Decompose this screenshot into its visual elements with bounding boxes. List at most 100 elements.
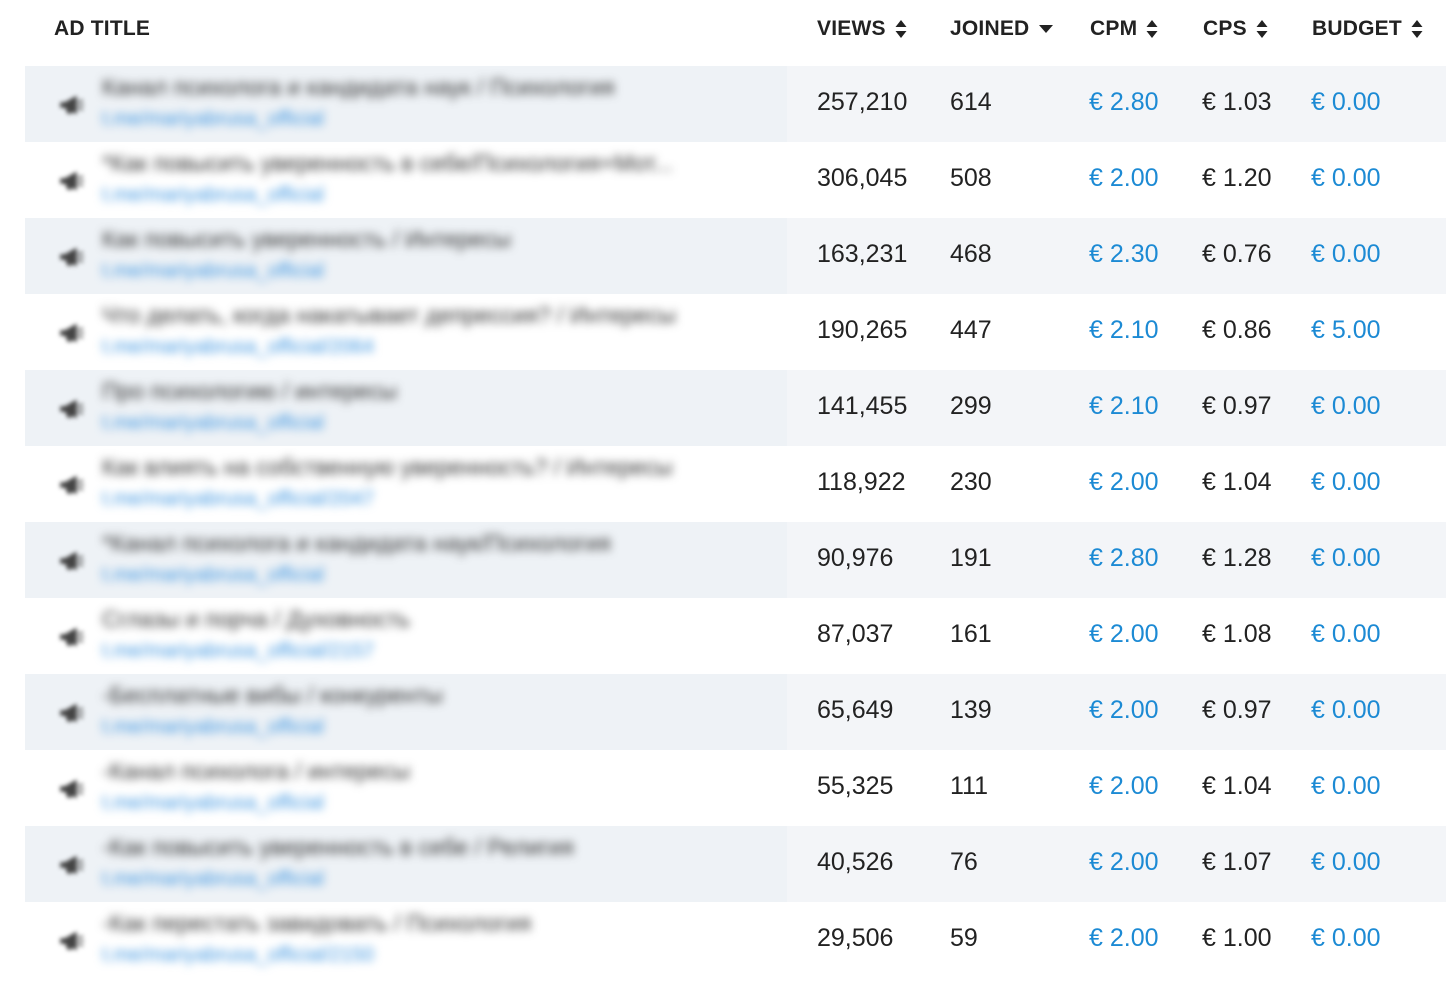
ad-link[interactable]: t.me/mariyabrusa_official xyxy=(102,260,324,283)
joined-value: 299 xyxy=(950,392,992,420)
joined-value: 111 xyxy=(950,772,989,800)
ad-link[interactable]: t.me/mariyabrusa_official/2047 xyxy=(102,488,374,511)
budget-value[interactable]: € 0.00 xyxy=(1311,924,1381,953)
column-header-joined[interactable]: JOINED xyxy=(950,17,1054,41)
ad-title[interactable]: -Бесплатные вибы / конкуренты xyxy=(102,682,770,709)
table-row[interactable]: *Как повысить уверенность в себе/Психоло… xyxy=(25,142,1446,218)
cpm-value[interactable]: € 2.30 xyxy=(1089,240,1159,269)
ad-link[interactable]: t.me/mariyabrusa_official xyxy=(102,564,324,587)
views-value: 257,210 xyxy=(817,88,908,116)
table-row[interactable]: -Канал психолога / интересы t.me/mariyab… xyxy=(25,750,1446,826)
budget-value[interactable]: € 0.00 xyxy=(1311,392,1381,421)
sort-updown-icon[interactable] xyxy=(1411,19,1423,39)
ad-link[interactable]: t.me/mariyabrusa_official xyxy=(102,868,324,891)
megaphone-icon xyxy=(60,703,84,723)
table-row[interactable]: Канал психолога и кандидата наук / Психо… xyxy=(25,66,1446,142)
cps-value: € 0.76 xyxy=(1202,240,1272,268)
column-header-cpm[interactable]: CPM xyxy=(1090,17,1158,41)
megaphone-icon xyxy=(60,323,84,343)
sort-updown-icon[interactable] xyxy=(1256,19,1268,39)
cpm-value[interactable]: € 2.00 xyxy=(1089,848,1159,877)
ad-link[interactable]: t.me/mariyabrusa_official/2150 xyxy=(102,944,374,967)
cps-value: € 0.97 xyxy=(1202,696,1272,724)
budget-value[interactable]: € 0.00 xyxy=(1311,544,1381,573)
cps-value: € 1.03 xyxy=(1202,88,1272,116)
cpm-value[interactable]: € 2.00 xyxy=(1089,468,1159,497)
megaphone-icon xyxy=(60,475,84,495)
megaphone-icon xyxy=(60,95,84,115)
ad-title[interactable]: -Как перестать завидовать / Психология xyxy=(102,910,770,937)
column-label: BUDGET xyxy=(1312,17,1402,40)
ad-title[interactable]: -Как повысить уверенность в себе / Религ… xyxy=(102,834,770,861)
cpm-value[interactable]: € 2.80 xyxy=(1089,544,1159,573)
ad-title[interactable]: Как повысить уверенность / Интересы xyxy=(102,226,770,253)
table-row[interactable]: Как влиять на собственную уверенность? /… xyxy=(25,446,1446,522)
table-row[interactable]: -Бесплатные вибы / конкуренты t.me/mariy… xyxy=(25,674,1446,750)
cpm-value[interactable]: € 2.00 xyxy=(1089,164,1159,193)
cps-value: € 1.28 xyxy=(1202,544,1272,572)
table-row[interactable]: Как повысить уверенность / Интересы t.me… xyxy=(25,218,1446,294)
budget-value[interactable]: € 0.00 xyxy=(1311,848,1381,877)
ad-title[interactable]: Канал психолога и кандидата наук / Психо… xyxy=(102,74,770,101)
joined-value: 614 xyxy=(950,88,992,116)
table-row[interactable]: Что делать, когда накатывает депрессия? … xyxy=(25,294,1446,370)
table-row[interactable]: Про психологию / интересы t.me/mariyabru… xyxy=(25,370,1446,446)
views-value: 90,976 xyxy=(817,544,894,572)
sort-updown-icon[interactable] xyxy=(895,19,907,39)
views-value: 40,526 xyxy=(817,848,894,876)
cpm-value[interactable]: € 2.00 xyxy=(1089,772,1159,801)
ad-title[interactable]: Как влиять на собственную уверенность? /… xyxy=(102,454,770,481)
budget-value[interactable]: € 0.00 xyxy=(1311,88,1381,117)
cpm-value[interactable]: € 2.80 xyxy=(1089,88,1159,117)
column-header-cps[interactable]: CPS xyxy=(1203,17,1268,41)
ad-link[interactable]: t.me/mariyabrusa_official xyxy=(102,108,324,131)
joined-value: 230 xyxy=(950,468,992,496)
views-value: 141,455 xyxy=(817,392,908,420)
megaphone-icon xyxy=(60,551,84,571)
budget-value[interactable]: € 0.00 xyxy=(1311,696,1381,725)
table-row[interactable]: Сглазы и порча / Духовность t.me/mariyab… xyxy=(25,598,1446,674)
ad-title[interactable]: *Канал психолога и кандидата наук/Психол… xyxy=(102,530,770,557)
budget-value[interactable]: € 5.00 xyxy=(1311,316,1381,345)
ad-link[interactable]: t.me/mariyabrusa_official xyxy=(102,716,324,739)
table-row[interactable]: *Канал психолога и кандидата наук/Психол… xyxy=(25,522,1446,598)
views-value: 190,265 xyxy=(817,316,908,344)
cps-value: € 1.07 xyxy=(1202,848,1272,876)
views-value: 118,922 xyxy=(817,468,906,496)
ad-title[interactable]: Что делать, когда накатывает депрессия? … xyxy=(102,302,770,329)
budget-value[interactable]: € 0.00 xyxy=(1311,240,1381,269)
column-label: JOINED xyxy=(950,17,1030,40)
ad-title[interactable]: -Канал психолога / интересы xyxy=(102,758,770,785)
budget-value[interactable]: € 0.00 xyxy=(1311,164,1381,193)
column-header-views[interactable]: VIEWS xyxy=(817,17,907,41)
table-header: AD TITLE VIEWS JOINED CPM CPS BUDGET xyxy=(0,0,1446,58)
ad-link[interactable]: t.me/mariyabrusa_official/2157 xyxy=(102,640,374,663)
column-label: AD TITLE xyxy=(54,17,151,40)
megaphone-icon xyxy=(60,627,84,647)
sort-updown-icon[interactable] xyxy=(1146,19,1158,39)
cps-value: € 1.20 xyxy=(1202,164,1272,192)
caret-down-icon[interactable] xyxy=(1038,24,1054,34)
table-row[interactable]: -Как перестать завидовать / Психология t… xyxy=(25,902,1446,978)
cpm-value[interactable]: € 2.10 xyxy=(1089,316,1159,345)
ad-title[interactable]: Сглазы и порча / Духовность xyxy=(102,606,770,633)
cpm-value[interactable]: € 2.00 xyxy=(1089,696,1159,725)
ad-link[interactable]: t.me/mariyabrusa_official xyxy=(102,184,324,207)
joined-value: 76 xyxy=(950,848,978,876)
megaphone-icon xyxy=(60,931,84,951)
ad-link[interactable]: t.me/mariyabrusa_official xyxy=(102,792,324,815)
cpm-value[interactable]: € 2.00 xyxy=(1089,924,1159,953)
ad-link[interactable]: t.me/mariyabrusa_official/2064 xyxy=(102,336,374,359)
cpm-value[interactable]: € 2.00 xyxy=(1089,620,1159,649)
budget-value[interactable]: € 0.00 xyxy=(1311,468,1381,497)
budget-value[interactable]: € 0.00 xyxy=(1311,620,1381,649)
cps-value: € 1.04 xyxy=(1202,772,1272,800)
budget-value[interactable]: € 0.00 xyxy=(1311,772,1381,801)
table-row[interactable]: -Как повысить уверенность в себе / Религ… xyxy=(25,826,1446,902)
ad-title[interactable]: *Как повысить уверенность в себе/Психоло… xyxy=(102,150,770,177)
ad-link[interactable]: t.me/mariyabrusa_official xyxy=(102,412,324,435)
column-header-budget[interactable]: BUDGET xyxy=(1312,17,1423,41)
ad-title[interactable]: Про психологию / интересы xyxy=(102,378,770,405)
cpm-value[interactable]: € 2.10 xyxy=(1089,392,1159,421)
cps-value: € 1.08 xyxy=(1202,620,1272,648)
